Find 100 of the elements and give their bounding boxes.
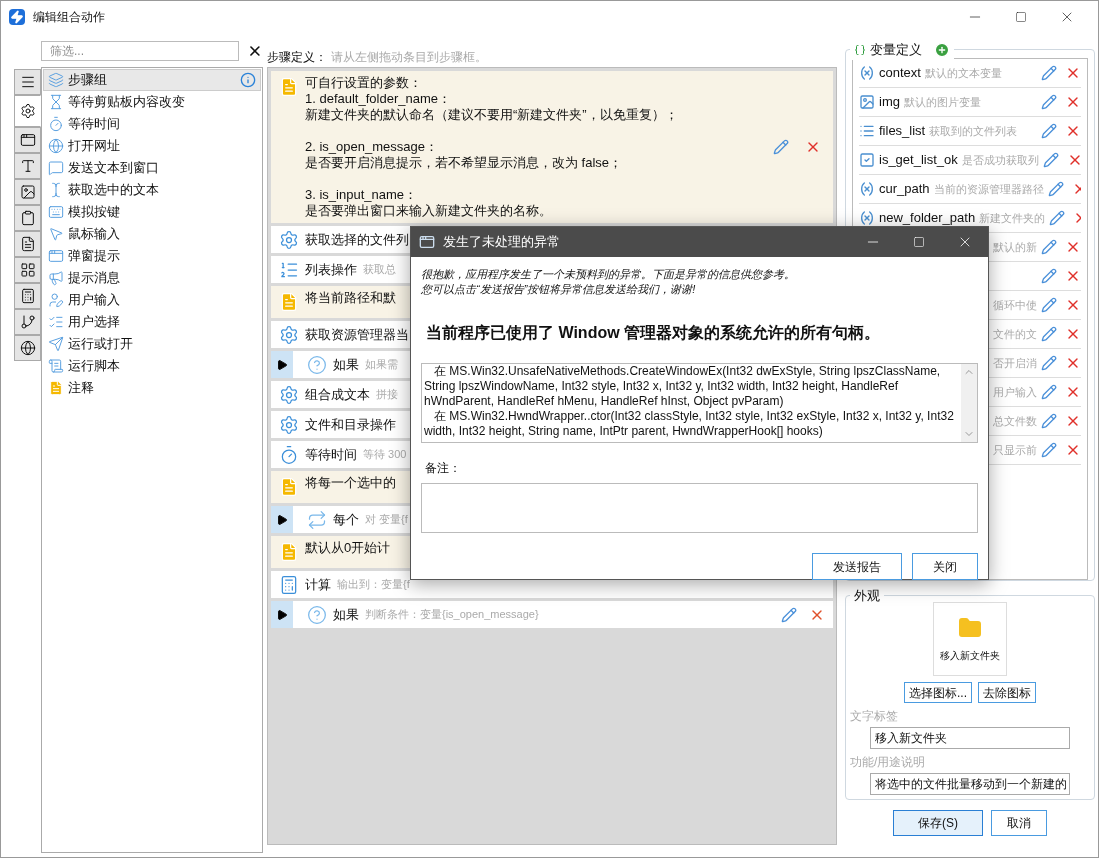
toolbox-label: 运行脚本	[68, 357, 120, 376]
step-title: 等待时间	[305, 445, 357, 464]
edit-icon[interactable]	[1041, 355, 1057, 371]
hourglass-icon	[48, 94, 64, 110]
variable-row[interactable]: cur_path 当前的资源管理器路径	[859, 175, 1081, 204]
edit-icon[interactable]	[1041, 239, 1057, 255]
toolbox-item[interactable]: 用户输入	[43, 289, 261, 311]
stopwatch-icon	[279, 444, 299, 465]
variable-description: 用户输入	[993, 384, 1037, 400]
step-description: 等待 300	[363, 447, 407, 463]
category-tab[interactable]	[14, 231, 41, 257]
edit-icon[interactable]	[1041, 268, 1057, 284]
variable-row[interactable]: context 默认的文本变量	[859, 59, 1081, 88]
toolbox-item[interactable]: 运行脚本	[43, 355, 261, 377]
category-tab[interactable]	[14, 309, 41, 335]
category-tab[interactable]	[14, 179, 41, 205]
edit-icon[interactable]	[1047, 181, 1064, 197]
step-title: 每个	[333, 510, 359, 529]
label-field[interactable]: 移入新文件夹	[870, 727, 1070, 749]
save-button[interactable]: 保存(S)	[893, 810, 983, 836]
close-icon[interactable]	[247, 43, 263, 59]
description-field[interactable]: 将选中的文件批量移动到一个新建的	[870, 773, 1070, 795]
choose-icon-button[interactable]: 选择图标...	[904, 682, 972, 703]
step-description: 拼接	[376, 387, 398, 403]
toolbox-label: 步骤组	[68, 71, 107, 90]
toolbox-label: 鼠标输入	[68, 225, 120, 244]
edit-icon[interactable]	[1041, 413, 1057, 429]
branch-icon	[19, 314, 36, 330]
toolbox-item[interactable]: 运行或打开	[43, 333, 261, 355]
menu-icon	[19, 74, 36, 90]
steps-hint: 请从左侧拖动条目到步骤框。	[331, 49, 487, 66]
stopwatch-icon	[48, 116, 64, 132]
edit-icon[interactable]	[773, 139, 789, 155]
note-text: 2. is_open_message：	[305, 139, 438, 155]
edit-icon[interactable]	[1041, 94, 1057, 110]
toolbox-label: 发送文本到窗口	[68, 159, 159, 178]
category-tab[interactable]	[14, 127, 41, 153]
toolbox-item[interactable]: 等待剪贴板内容改变	[43, 91, 261, 113]
edit-icon[interactable]	[1049, 210, 1066, 226]
condition-step[interactable]: 如果 判断条件：变量{is_open_message}	[271, 601, 833, 628]
remove-icon-button[interactable]: 去除图标	[978, 682, 1036, 703]
toolbox-item[interactable]: 等待时间	[43, 113, 261, 135]
edit-icon[interactable]	[781, 606, 797, 623]
calculator-icon	[19, 288, 36, 304]
info-icon[interactable]	[240, 72, 256, 88]
note-field[interactable]	[421, 483, 978, 533]
edit-icon[interactable]	[1042, 152, 1059, 168]
icon-caption: 移入新文件夹	[940, 648, 1000, 663]
step-title: 列表操作	[305, 260, 357, 279]
step-title: 获取资源管理器当	[305, 325, 409, 344]
edit-icon[interactable]	[1041, 384, 1057, 400]
note-text: 1. default_folder_name：	[305, 91, 451, 107]
dialog-title: 发生了未处理的异常	[443, 233, 560, 252]
edit-icon[interactable]	[1041, 123, 1057, 139]
category-tab[interactable]	[14, 95, 41, 127]
letter-icon	[19, 158, 36, 174]
toolbox-label: 用户输入	[68, 291, 120, 310]
image-icon	[19, 184, 36, 200]
edit-icon[interactable]	[1041, 297, 1057, 313]
field-label: 功能/用途说明	[850, 754, 927, 771]
category-tab[interactable]	[14, 69, 41, 95]
send-report-button[interactable]: 发送报告	[812, 553, 902, 580]
close-dialog-button[interactable]: 关闭	[912, 553, 978, 580]
edit-icon[interactable]	[1041, 65, 1057, 81]
add-icon[interactable]	[934, 41, 950, 58]
toolbox-item[interactable]: 注释	[43, 377, 261, 399]
note-text: 3. is_input_name：	[305, 187, 417, 203]
variable-description: 默认的文本变量	[924, 65, 1002, 81]
filter-field[interactable]: 筛选...	[41, 41, 240, 61]
toolbox-label: 用户选择	[68, 313, 120, 332]
step-title: 组合成文本	[305, 385, 370, 404]
list-icon	[859, 123, 875, 139]
toolbox-item[interactable]: 模拟按键	[43, 201, 261, 223]
maximize-icon[interactable]	[1015, 11, 1027, 23]
toolbox-item[interactable]: 鼠标输入	[43, 223, 261, 245]
variable-description: 当前的资源管理器路径	[933, 181, 1044, 197]
category-tab[interactable]	[14, 257, 41, 283]
edit-icon[interactable]	[1041, 442, 1057, 458]
toolbox-item[interactable]: 提示消息	[43, 267, 261, 289]
category-tab[interactable]	[14, 283, 41, 309]
toolbox-item[interactable]: 打开网址	[43, 135, 261, 157]
variable-row[interactable]: img 默认的图片变量	[859, 88, 1081, 117]
variable-description: 否开启消	[993, 355, 1037, 371]
variable-row[interactable]: is_get_list_ok 是否成功获取列	[859, 146, 1081, 175]
variable-row[interactable]: files_list 获取到的文件列表	[859, 117, 1081, 146]
toolbox-item[interactable]: 发送文本到窗口	[43, 157, 261, 179]
loop-icon	[307, 509, 327, 530]
edit-icon[interactable]	[1041, 326, 1057, 342]
note-step[interactable]: 可自行设置的参数： 1. default_folder_name： 新建文件夹的默认命名（建议不要用“新建文件夹”，以免重复）； 2. is_open_message： 是否要开启消息提示，若不希望显示消息，改为 false； 3. is_input_name： 是否要弹出窗口来输入新建文件夹的名称。	[271, 71, 833, 223]
note-icon	[279, 75, 299, 99]
toolbox-item[interactable]: 弹窗提示	[43, 245, 261, 267]
toolbox-item[interactable]: 步骤组	[43, 69, 261, 91]
cancel-button[interactable]: 取消	[991, 810, 1047, 836]
toolbox-item[interactable]: 获取选中的文本	[43, 179, 261, 201]
checklist-icon	[48, 314, 64, 330]
variable-description: 循环中使	[993, 297, 1037, 313]
category-tab[interactable]	[14, 205, 41, 231]
toolbox-item[interactable]: 用户选择	[43, 311, 261, 333]
category-tab[interactable]	[14, 335, 41, 361]
category-tab[interactable]	[14, 153, 41, 179]
